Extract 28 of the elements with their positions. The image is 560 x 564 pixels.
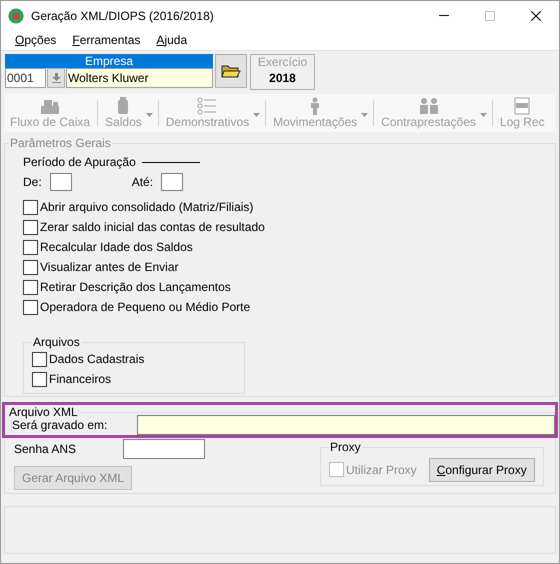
window-title: Geração XML/DIOPS (2016/2018) [31,8,215,22]
save-path-label: Será gravado em: [12,418,108,432]
period-label: Período de Apuração [23,155,136,169]
checkbox-label: Retirar Descrição dos Lançamentos [40,280,231,294]
password-label: Senha ANS [14,442,76,456]
exercicio-value: 2018 [269,71,296,85]
checkbox-label: Operadora de Pequeno ou Médio Porte [40,300,250,314]
menu-item[interactable]: Opções [8,33,64,47]
menu-item[interactable]: Ferramentas [65,33,148,47]
configure-proxy-button[interactable]: Configurar Proxy [428,458,535,482]
empresa-header: Empresa [5,54,213,68]
group-title: Arquivos [32,335,81,349]
checkbox-label: Recalcular Idade dos Saldos [40,240,193,254]
group-title: Arquivo XML [8,405,79,419]
group-title: Proxy [329,440,362,454]
checkbox-label: Visualizar antes de Enviar [40,260,179,274]
checkbox-label: Abrir arquivo consolidado (Matriz/Filiais) [40,200,254,214]
checkbox-label: Zerar saldo inicial das contas de resultado [40,220,265,234]
checkbox-label: Utilizar Proxy [346,462,417,476]
group-title: Parâmetros Gerais [9,136,112,150]
menu-item[interactable]: Ajuda [149,33,194,47]
exercicio-label: Exercício [258,55,308,69]
checkbox-label: Dados Cadastrais [49,352,144,366]
from-label: De: [23,175,42,189]
code-field[interactable]: 0001 [5,68,46,88]
company-name-field[interactable]: Wolters Kluwer [66,68,213,88]
to-label: Até: [132,175,154,189]
checkbox-label: Financeiros [49,372,112,386]
